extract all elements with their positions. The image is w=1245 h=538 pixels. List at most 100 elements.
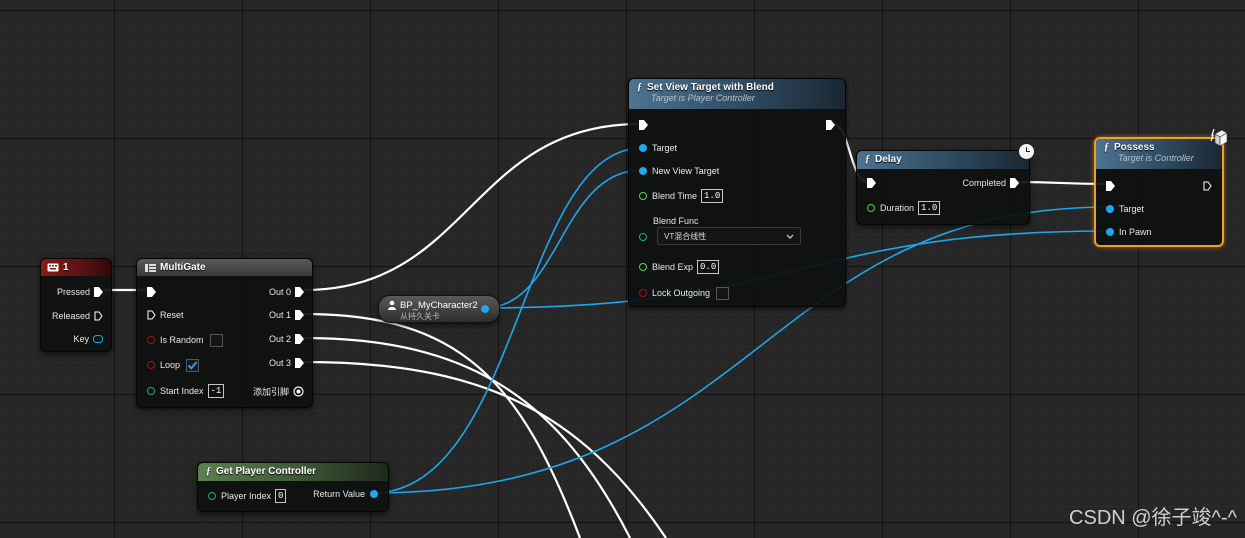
float-pin-icon[interactable] bbox=[867, 204, 875, 212]
start-index-input[interactable]: -1 bbox=[207, 384, 225, 398]
exec-out-pin-icon[interactable] bbox=[295, 287, 304, 297]
bool-pin-icon[interactable] bbox=[147, 361, 155, 369]
pin-key[interactable]: Key bbox=[73, 332, 103, 346]
pin-lock-outgoing[interactable]: Lock Outgoing bbox=[639, 286, 730, 300]
exec-in-pin-icon[interactable] bbox=[867, 178, 876, 188]
pin-reset[interactable]: Reset bbox=[147, 308, 184, 322]
watermark: CSDN @徐子竣^-^ bbox=[1069, 507, 1237, 529]
pin-return-value[interactable]: Return Value bbox=[313, 487, 378, 501]
keyboard-icon bbox=[47, 263, 59, 272]
exec-out-pin-icon[interactable] bbox=[826, 120, 835, 130]
possess-exec-out[interactable] bbox=[1203, 179, 1212, 193]
multigate-title: MultiGate bbox=[160, 262, 206, 273]
blend-exp-input[interactable]: 0.0 bbox=[697, 260, 720, 274]
pin-start-index[interactable]: Start Index -1 bbox=[147, 384, 225, 398]
object-pin-icon[interactable] bbox=[1106, 228, 1114, 236]
chevron-down-icon bbox=[786, 234, 794, 239]
multigate-header: MultiGate bbox=[137, 259, 312, 276]
person-icon bbox=[388, 300, 396, 310]
pin-blend-func-label: Blend Func bbox=[653, 216, 699, 226]
exec-out-pin-icon[interactable] bbox=[94, 287, 103, 297]
enum-pin-icon[interactable] bbox=[639, 233, 647, 241]
pin-out0[interactable]: Out 0 bbox=[269, 285, 304, 299]
loop-checkbox[interactable] bbox=[186, 358, 200, 372]
possess-exec-in[interactable] bbox=[1106, 179, 1115, 193]
object-pin-icon[interactable] bbox=[370, 490, 378, 498]
exec-in-pin-icon[interactable] bbox=[639, 120, 648, 130]
player-index-input[interactable]: 0 bbox=[275, 489, 287, 503]
delay-exec-in[interactable] bbox=[867, 176, 876, 190]
exec-out-pin-icon[interactable] bbox=[1010, 178, 1019, 188]
pin-blend-exp[interactable]: Blend Exp 0.0 bbox=[639, 260, 720, 274]
float-pin-icon[interactable] bbox=[639, 263, 647, 271]
int-pin-icon[interactable] bbox=[208, 492, 216, 500]
pin-blend-time[interactable]: Blend Time 1.0 bbox=[639, 189, 724, 203]
delay-node[interactable]: ƒ Delay Completed Duration 1.0 bbox=[856, 150, 1030, 225]
exec-out-pin-icon[interactable] bbox=[94, 311, 103, 321]
blend-time-input[interactable]: 1.0 bbox=[701, 189, 724, 203]
pin-setview-target[interactable]: Target bbox=[639, 141, 677, 155]
pin-completed[interactable]: Completed bbox=[962, 176, 1019, 190]
pin-out1[interactable]: Out 1 bbox=[269, 308, 304, 322]
wire-bp-to-newview bbox=[483, 169, 643, 309]
pin-player-index[interactable]: Player Index 0 bbox=[208, 489, 287, 503]
object-pin-icon[interactable] bbox=[1106, 205, 1114, 213]
wire-out0-to-setviewtarget bbox=[303, 122, 641, 292]
network-icon bbox=[1210, 128, 1228, 147]
setview-exec-in[interactable] bbox=[639, 118, 648, 132]
set-view-target-header: ƒ Set View Target with Blend Target is Pl… bbox=[629, 79, 845, 109]
struct-pin-icon[interactable] bbox=[93, 335, 103, 343]
lock-outgoing-checkbox[interactable] bbox=[716, 286, 730, 300]
function-icon: ƒ bbox=[865, 154, 870, 165]
bool-pin-icon[interactable] bbox=[639, 289, 647, 297]
pin-in-pawn[interactable]: In Pawn bbox=[1106, 225, 1152, 239]
pin-released[interactable]: Released bbox=[52, 309, 103, 323]
exec-in-pin-icon[interactable] bbox=[147, 287, 156, 297]
blend-func-dropdown[interactable]: VT混合线性 bbox=[657, 227, 801, 245]
multigate-exec-in[interactable] bbox=[147, 285, 156, 299]
pin-is-random[interactable]: Is Random bbox=[147, 333, 223, 347]
exec-in-pin-icon[interactable] bbox=[1106, 181, 1115, 191]
possess-header: ƒ Possess Target is Controller bbox=[1096, 139, 1222, 169]
get-player-controller-node[interactable]: ƒ Get Player Controller Player Index 0 Re… bbox=[197, 462, 389, 512]
possess-node[interactable]: ƒ Possess Target is Controller Target In … bbox=[1094, 137, 1224, 247]
object-pin-icon[interactable] bbox=[639, 144, 647, 152]
setview-exec-out[interactable] bbox=[826, 118, 835, 132]
exec-out-pin-icon[interactable] bbox=[295, 310, 304, 320]
pin-pressed[interactable]: Pressed bbox=[57, 285, 103, 299]
pin-out2[interactable]: Out 2 bbox=[269, 332, 304, 346]
set-view-target-node[interactable]: ƒ Set View Target with Blend Target is Pl… bbox=[628, 78, 846, 307]
clock-icon bbox=[1018, 143, 1035, 160]
multigate-node[interactable]: MultiGate Reset Is Random Loop Start Ind… bbox=[136, 258, 313, 408]
key-event-node[interactable]: 1 Pressed Released Key bbox=[40, 258, 112, 352]
pin-duration[interactable]: Duration 1.0 bbox=[867, 201, 941, 215]
pin-loop[interactable]: Loop bbox=[147, 358, 200, 372]
exec-out-pin-icon[interactable] bbox=[1203, 181, 1212, 191]
pin-out3[interactable]: Out 3 bbox=[269, 356, 304, 370]
float-pin-icon[interactable] bbox=[639, 192, 647, 200]
function-icon: ƒ bbox=[206, 466, 211, 477]
bool-pin-icon[interactable] bbox=[147, 336, 155, 344]
exec-out-pin-icon[interactable] bbox=[295, 358, 304, 368]
bp-var-name: BP_MyCharacter2 bbox=[400, 300, 478, 311]
get-player-controller-header: ƒ Get Player Controller bbox=[198, 463, 388, 481]
exec-out-pin-icon[interactable] bbox=[295, 334, 304, 344]
function-icon: ƒ bbox=[637, 82, 642, 93]
duration-input[interactable]: 1.0 bbox=[918, 201, 941, 215]
function-icon: ƒ bbox=[1104, 142, 1109, 153]
delay-header: ƒ Delay bbox=[857, 151, 1029, 169]
bp-var-subtitle: 从持久关卡 bbox=[400, 312, 440, 321]
key-event-title: 1 bbox=[63, 262, 69, 273]
key-event-header: 1 bbox=[41, 259, 111, 276]
add-pin-icon[interactable] bbox=[293, 385, 304, 397]
multigate-icon bbox=[145, 263, 156, 272]
bp-mycharacter-variable-node[interactable]: BP_MyCharacter2 从持久关卡 bbox=[378, 295, 500, 323]
pin-new-view-target[interactable]: New View Target bbox=[639, 164, 719, 178]
exec-in-pin-icon[interactable] bbox=[147, 310, 156, 320]
is-random-checkbox[interactable] bbox=[209, 333, 223, 347]
add-pin-button[interactable]: 添加引脚 bbox=[253, 384, 304, 398]
object-pin-icon[interactable] bbox=[639, 167, 647, 175]
pin-possess-target[interactable]: Target bbox=[1106, 202, 1144, 216]
object-pin-icon[interactable] bbox=[481, 305, 489, 313]
int-pin-icon[interactable] bbox=[147, 387, 155, 395]
